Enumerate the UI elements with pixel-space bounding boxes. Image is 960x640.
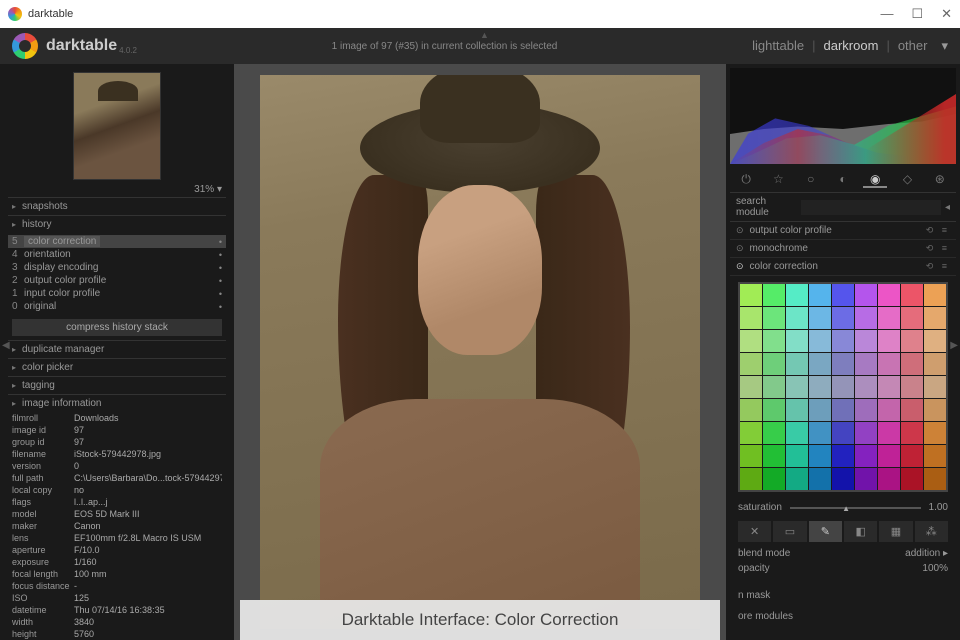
app-version: 4.0.2: [119, 46, 137, 55]
info-row: image id97: [8, 424, 226, 436]
saturation-label: saturation: [738, 502, 782, 513]
saturation-slider[interactable]: [790, 507, 921, 509]
search-label: search module: [736, 196, 795, 218]
mode-lighttable[interactable]: lighttable: [752, 38, 804, 54]
left-panel: 31% ▾ ▸snapshots ▸history 5color correct…: [0, 64, 234, 640]
close-button[interactable]: ✕: [941, 6, 952, 22]
mode-other[interactable]: other: [898, 38, 928, 54]
mask-combined[interactable]: ⁂: [915, 521, 948, 542]
tab-star-icon[interactable]: ☆: [766, 172, 790, 188]
history-item[interactable]: 1input color profile•: [8, 287, 226, 300]
tab-color-icon[interactable]: ◉: [863, 172, 887, 188]
info-row: height5760: [8, 628, 226, 640]
section-imageinfo[interactable]: ▸image information: [8, 394, 226, 412]
color-correction-grid[interactable]: [738, 282, 948, 492]
info-row: focal length100 mm: [8, 568, 226, 580]
minimize-button[interactable]: —: [880, 6, 893, 22]
info-row: modelEOS 5D Mark III: [8, 508, 226, 520]
tab-technical-icon[interactable]: ⊛: [928, 172, 952, 188]
history-item[interactable]: 2output color profile•: [8, 274, 226, 287]
search-input[interactable]: [801, 200, 941, 215]
info-row: group id97: [8, 436, 226, 448]
status-text: 1 image of 97 (#35) in current collectio…: [137, 41, 752, 52]
image-canvas[interactable]: [234, 64, 726, 640]
tab-effects-icon[interactable]: ◇: [896, 172, 920, 188]
mask-raster[interactable]: ▦: [879, 521, 912, 542]
chevron-down-icon[interactable]: ▾: [217, 184, 222, 195]
history-item[interactable]: 5color correction•: [8, 235, 226, 248]
module-monochrome[interactable]: ⊙monochrome⟲ ≡: [730, 240, 956, 258]
section-duplicate[interactable]: ▸duplicate manager: [8, 340, 226, 358]
clear-icon[interactable]: ◂: [945, 202, 950, 213]
info-row: full pathC:\Users\Barbara\Do...tock-5794…: [8, 472, 226, 484]
tab-circle-icon[interactable]: ○: [799, 172, 823, 188]
mode-darkroom[interactable]: darkroom: [824, 38, 879, 54]
history-item[interactable]: 3display encoding•: [8, 261, 226, 274]
section-history[interactable]: ▸history: [8, 215, 226, 233]
info-row: flagsl..l..ap...j: [8, 496, 226, 508]
window-title: darktable: [28, 8, 73, 20]
info-row: filmrollDownloads: [8, 412, 226, 424]
compress-history-button[interactable]: compress history stack: [12, 319, 222, 336]
saturation-value: 1.00: [929, 502, 948, 513]
right-panel: ⏻ ☆ ○ ◐ ◉ ◇ ⊛ search module ◂ ⊙output co…: [726, 64, 960, 640]
mask-off[interactable]: ✕: [738, 521, 771, 542]
module-output-color-profile[interactable]: ⊙output color profile⟲ ≡: [730, 222, 956, 240]
section-snapshots[interactable]: ▸snapshots: [8, 197, 226, 215]
caption-overlay: Darktable Interface: Color Correction: [240, 600, 720, 640]
info-row: version0: [8, 460, 226, 472]
tab-contrast-icon[interactable]: ◐: [831, 172, 855, 188]
aperture-logo-icon: [12, 33, 38, 59]
history-item[interactable]: 0original•: [8, 300, 226, 313]
module-group-tabs: ⏻ ☆ ○ ◐ ◉ ◇ ⊛: [730, 168, 956, 193]
history-item[interactable]: 4orientation•: [8, 248, 226, 261]
mask-drawn[interactable]: ✎: [809, 521, 842, 542]
photo-preview: [260, 75, 700, 629]
module-color-correction[interactable]: ⊙color correction⟲ ≡: [730, 258, 956, 276]
chevron-down-icon[interactable]: ▾: [941, 38, 948, 54]
info-row: local copyno: [8, 484, 226, 496]
window-titlebar: darktable — ☐ ✕: [0, 0, 960, 28]
info-row: apertureF/10.0: [8, 544, 226, 556]
info-row: lensEF100mm f/2.8L Macro IS USM: [8, 532, 226, 544]
info-row: focus distance-: [8, 580, 226, 592]
collapse-right-icon[interactable]: ▶: [950, 340, 958, 351]
info-row: makerCanon: [8, 520, 226, 532]
maximize-button[interactable]: ☐: [911, 6, 923, 22]
section-colorpicker[interactable]: ▸color picker: [8, 358, 226, 376]
zoom-percent[interactable]: 31%: [194, 184, 214, 195]
mask-parametric[interactable]: ◧: [844, 521, 877, 542]
info-row: width3840: [8, 616, 226, 628]
info-row: exposure1/160: [8, 556, 226, 568]
collapse-left-icon[interactable]: ◀: [2, 340, 10, 351]
histogram[interactable]: [730, 68, 956, 164]
navigation-thumbnail[interactable]: [73, 72, 161, 180]
info-row: datetimeThu 07/14/16 16:38:35: [8, 604, 226, 616]
section-tagging[interactable]: ▸tagging: [8, 376, 226, 394]
info-row: ISO125: [8, 592, 226, 604]
app-icon: [8, 7, 22, 21]
app-name: darktable: [46, 37, 117, 55]
tab-power-icon[interactable]: ⏻: [734, 172, 758, 188]
info-row: filenameiStock-579442978.jpg: [8, 448, 226, 460]
mask-uniform[interactable]: ▭: [773, 521, 806, 542]
